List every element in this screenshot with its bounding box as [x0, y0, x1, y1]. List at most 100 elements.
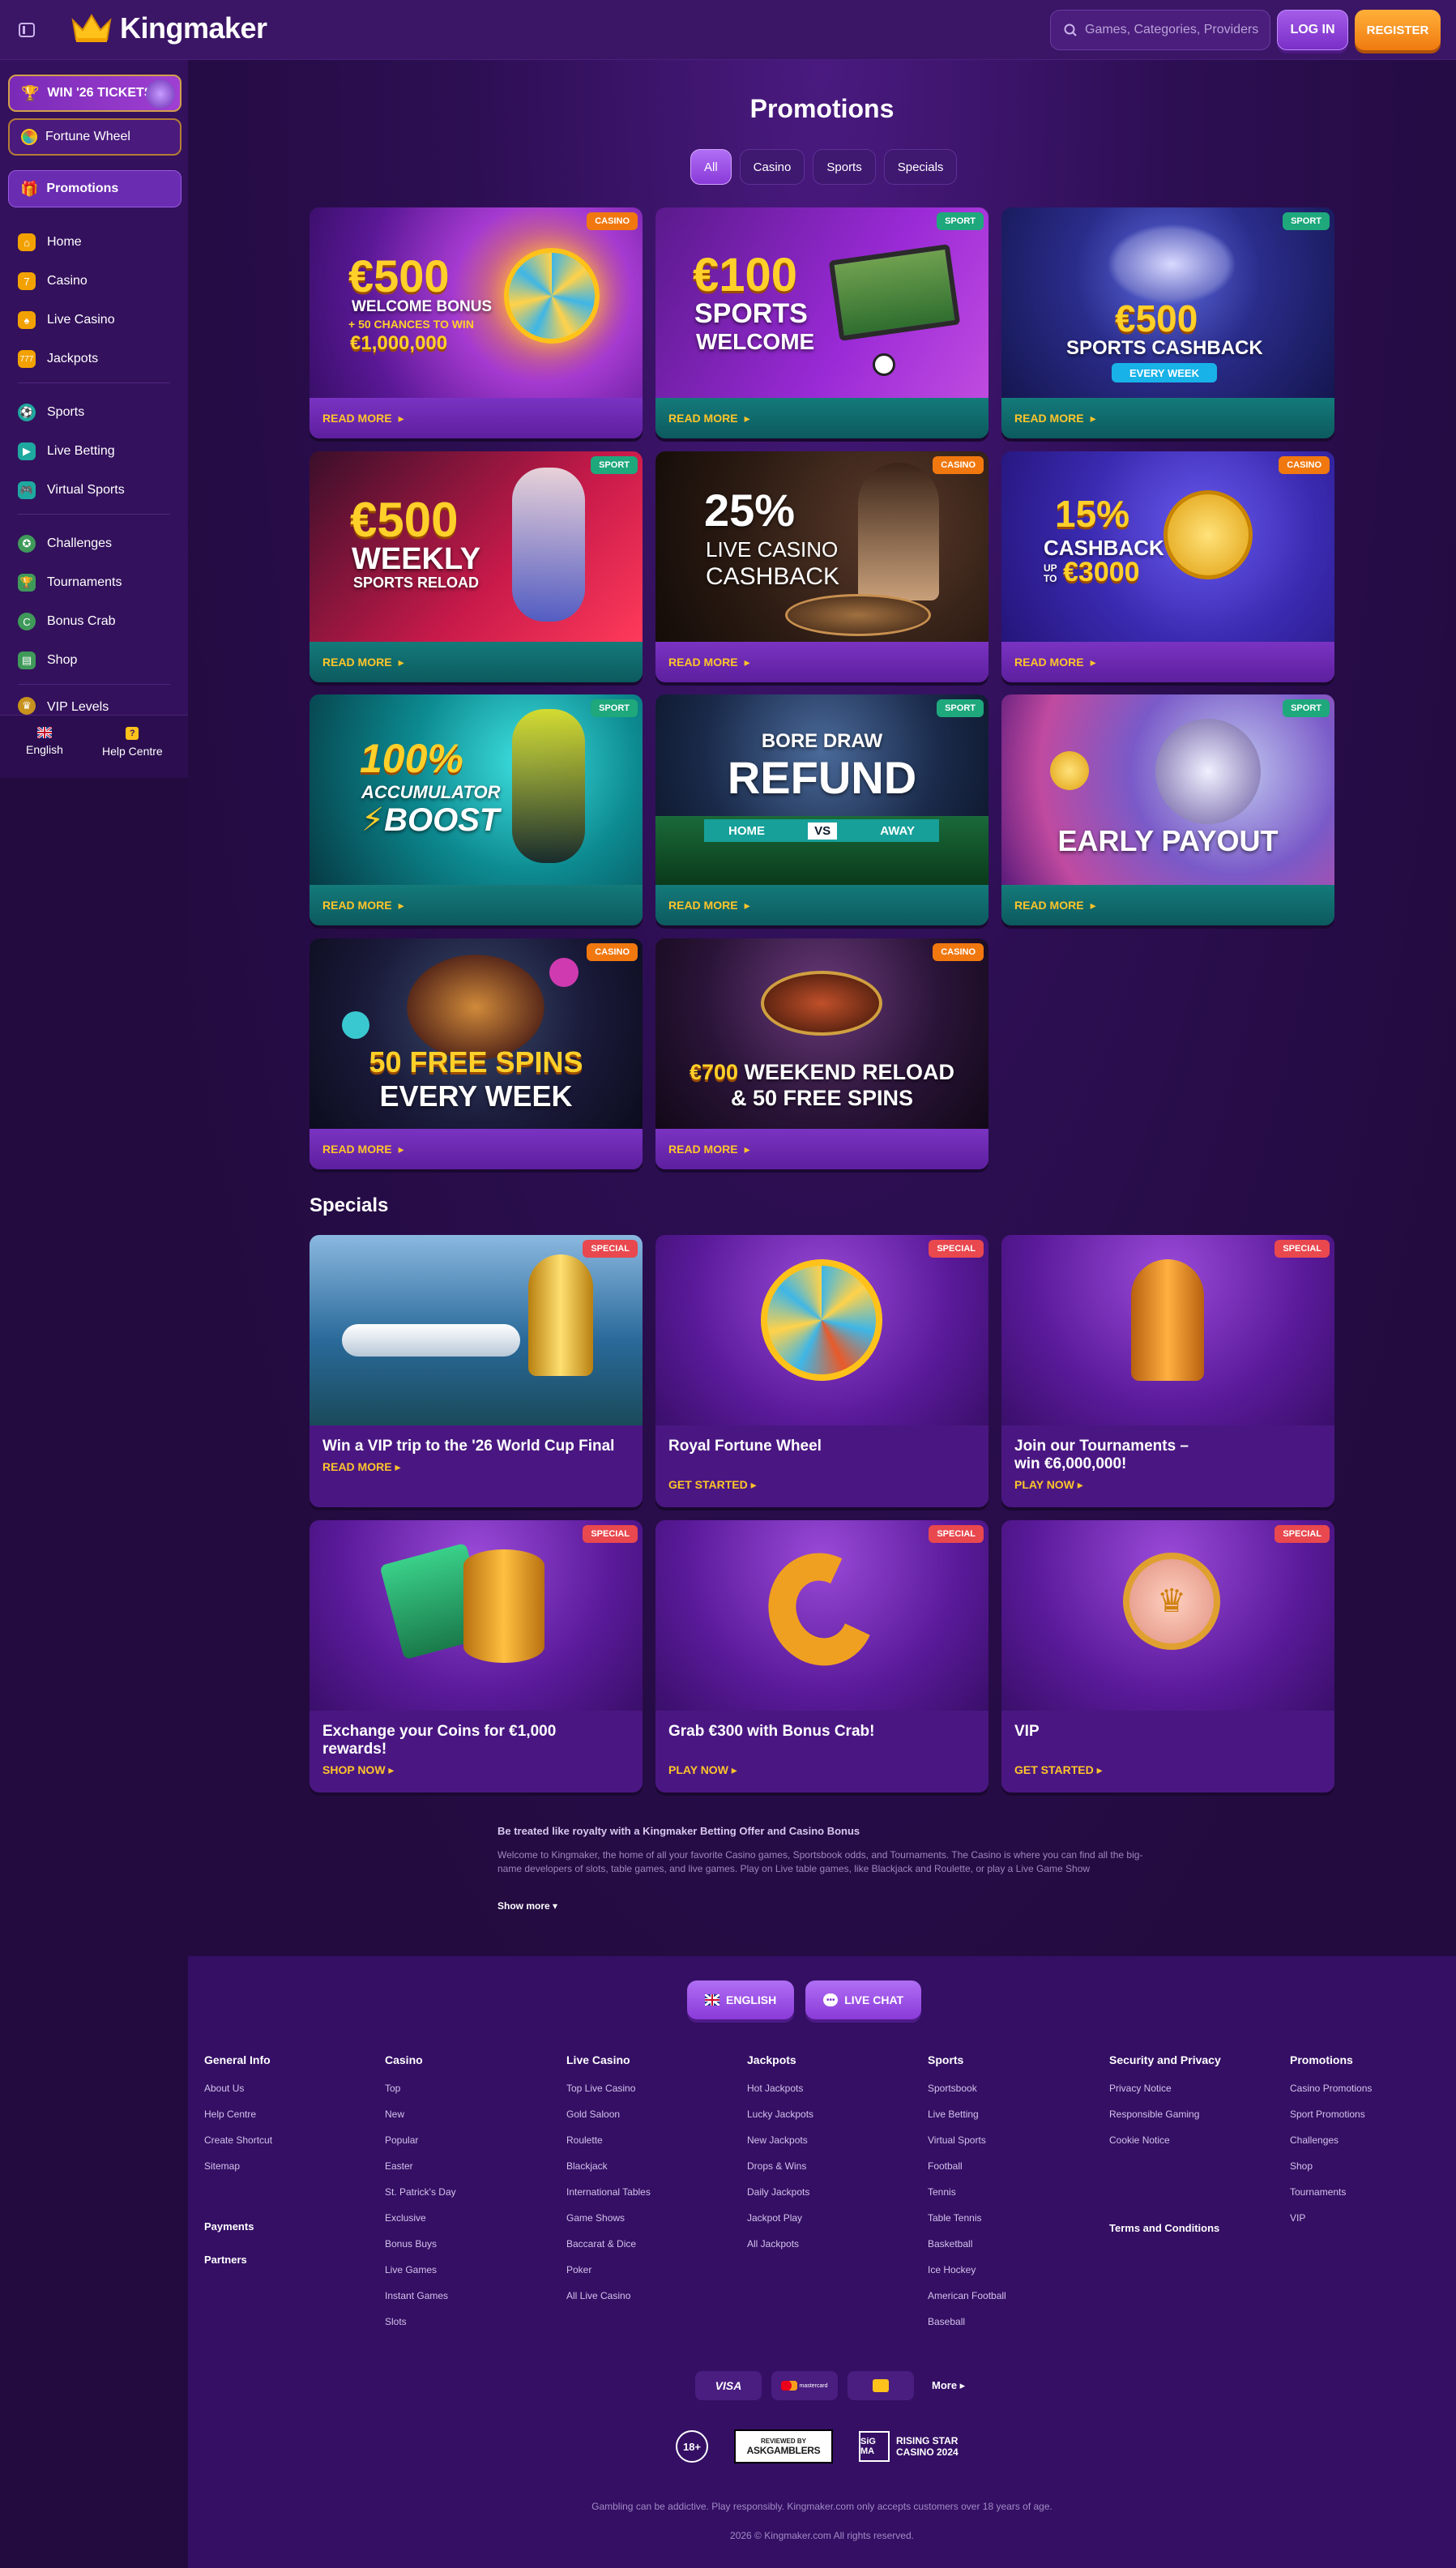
- search-box[interactable]: [1050, 10, 1270, 50]
- tab-casino[interactable]: Casino: [739, 149, 805, 185]
- footer-payments-link[interactable]: Payments: [204, 2220, 254, 2233]
- footer-link[interactable]: Ice Hockey: [928, 2264, 1006, 2290]
- footer-link[interactable]: Game Shows: [566, 2212, 651, 2238]
- footer-link[interactable]: Basketball: [928, 2238, 1006, 2264]
- footer-link[interactable]: VIP: [1290, 2212, 1372, 2238]
- sidebar-item-casino[interactable]: 7 Casino: [18, 269, 88, 293]
- footer-link[interactable]: Table Tennis: [928, 2212, 1006, 2238]
- sidebar-item-fortune-wheel[interactable]: Fortune Wheel: [8, 118, 181, 156]
- footer-link[interactable]: Live Betting: [928, 2109, 1006, 2134]
- footer-link[interactable]: Baccarat & Dice: [566, 2238, 651, 2264]
- play-now-link[interactable]: PLAY NOW ▸: [668, 1763, 976, 1777]
- sidebar-item-vip-levels[interactable]: ♛ VIP Levels: [18, 697, 109, 715]
- footer-link[interactable]: Jackpot Play: [747, 2212, 813, 2238]
- help-centre-link[interactable]: ? Help Centre: [102, 727, 163, 758]
- footer-link[interactable]: Tournaments: [1290, 2186, 1372, 2212]
- read-more-link[interactable]: READ MORE ▸: [1001, 885, 1334, 925]
- read-more-link[interactable]: READ MORE ▸: [655, 885, 988, 925]
- sidebar-toggle-icon[interactable]: [16, 19, 37, 41]
- sidebar-item-shop[interactable]: ▤ Shop: [18, 648, 77, 673]
- login-button[interactable]: LOG IN: [1277, 10, 1348, 50]
- footer-link[interactable]: Virtual Sports: [928, 2134, 1006, 2160]
- promo-card-welcome-bonus[interactable]: €500 WELCOME BONUS + 50 CHANCES TO WIN €…: [310, 207, 643, 438]
- footer-link[interactable]: New: [385, 2109, 456, 2134]
- tab-specials[interactable]: Specials: [883, 149, 958, 185]
- footer-link[interactable]: Live Games: [385, 2264, 456, 2290]
- footer-link[interactable]: Challenges: [1290, 2134, 1372, 2160]
- askgamblers-badge[interactable]: REVIEWED BY ASKGAMBLERS: [734, 2429, 833, 2463]
- footer-link[interactable]: Cookie Notice: [1109, 2134, 1221, 2160]
- footer-terms-link[interactable]: Terms and Conditions: [1109, 2222, 1219, 2234]
- sidebar-item-live-betting[interactable]: ▶ Live Betting: [18, 439, 115, 464]
- tab-all[interactable]: All: [690, 149, 732, 185]
- footer-link[interactable]: Sport Promotions: [1290, 2109, 1372, 2134]
- footer-link[interactable]: Tennis: [928, 2186, 1006, 2212]
- footer-link[interactable]: About Us: [204, 2083, 272, 2109]
- promo-card-bore-draw-refund[interactable]: BORE DRAW REFUND HOME VS AWAY SPORT READ…: [655, 694, 988, 925]
- sidebar-item-tournaments[interactable]: 🏆 Tournaments: [18, 570, 122, 595]
- footer-link[interactable]: Sportsbook: [928, 2083, 1006, 2109]
- footer-link[interactable]: International Tables: [566, 2186, 651, 2212]
- read-more-link[interactable]: READ MORE ▸: [1001, 398, 1334, 438]
- footer-language-button[interactable]: ENGLISH: [687, 1980, 795, 2019]
- footer-link[interactable]: Baseball: [928, 2316, 1006, 2342]
- sidebar-item-home[interactable]: ⌂ Home: [18, 230, 82, 254]
- shop-now-link[interactable]: SHOP NOW ▸: [322, 1763, 630, 1777]
- footer-link[interactable]: Sitemap: [204, 2160, 272, 2186]
- search-input[interactable]: [1085, 23, 1263, 37]
- footer-link[interactable]: Drops & Wins: [747, 2160, 813, 2186]
- sidebar-item-jackpots[interactable]: 777 Jackpots: [18, 347, 98, 371]
- play-now-link[interactable]: PLAY NOW ▸: [1014, 1478, 1322, 1492]
- footer-link[interactable]: Privacy Notice: [1109, 2083, 1221, 2109]
- read-more-link[interactable]: READ MORE ▸: [310, 398, 643, 438]
- footer-link[interactable]: New Jackpots: [747, 2134, 813, 2160]
- get-started-link[interactable]: GET STARTED ▸: [1014, 1763, 1322, 1777]
- footer-link[interactable]: American Football: [928, 2290, 1006, 2316]
- footer-link[interactable]: Create Shortcut: [204, 2134, 272, 2160]
- more-payments-link[interactable]: More ▸: [932, 2379, 965, 2392]
- footer-link[interactable]: Football: [928, 2160, 1006, 2186]
- footer-link[interactable]: Top Live Casino: [566, 2083, 651, 2109]
- footer-link[interactable]: Shop: [1290, 2160, 1372, 2186]
- brand-logo[interactable]: Kingmaker: [70, 11, 267, 45]
- footer-link[interactable]: All Live Casino: [566, 2290, 651, 2316]
- sidebar-item-live-casino[interactable]: ♠ Live Casino: [18, 308, 115, 332]
- read-more-link[interactable]: READ MORE ▸: [310, 885, 643, 925]
- promo-card-weekend-reload[interactable]: €700 WEEKEND RELOAD & 50 FREE SPINS CASI…: [655, 938, 988, 1169]
- footer-link[interactable]: Bonus Buys: [385, 2238, 456, 2264]
- footer-link[interactable]: Popular: [385, 2134, 456, 2160]
- read-more-link[interactable]: READ MORE ▸: [1001, 642, 1334, 682]
- sidebar-item-bonus-crab[interactable]: C Bonus Crab: [18, 609, 116, 634]
- read-more-link[interactable]: READ MORE ▸: [310, 1129, 643, 1169]
- footer-link[interactable]: Poker: [566, 2264, 651, 2290]
- promo-card-cashback-3000[interactable]: 15% CASHBACK UP TO €3000 CASINO READ MOR…: [1001, 451, 1334, 682]
- special-card-fortune-wheel[interactable]: SPECIAL Royal Fortune Wheel GET STARTED …: [655, 1235, 988, 1507]
- get-started-link[interactable]: GET STARTED ▸: [668, 1478, 976, 1492]
- register-button[interactable]: REGISTER: [1355, 10, 1441, 50]
- tab-sports[interactable]: Sports: [813, 149, 876, 185]
- footer-link[interactable]: Blackjack: [566, 2160, 651, 2186]
- promo-card-sports-cashback[interactable]: €500 SPORTS CASHBACK EVERY WEEK SPORT RE…: [1001, 207, 1334, 438]
- live-chat-button[interactable]: ••• LIVE CHAT: [805, 1980, 922, 2019]
- promo-card-accumulator-boost[interactable]: 100% ACCUMULATOR ⚡BOOST SPORT READ MORE ▸: [310, 694, 643, 925]
- footer-partners-link[interactable]: Partners: [204, 2254, 247, 2266]
- footer-link[interactable]: Roulette: [566, 2134, 651, 2160]
- special-card-coins-exchange[interactable]: SPECIAL Exchange your Coins for €1,000 r…: [310, 1520, 643, 1792]
- special-card-world-cup[interactable]: SPECIAL Win a VIP trip to the '26 World …: [310, 1235, 643, 1507]
- footer-link[interactable]: Instant Games: [385, 2290, 456, 2316]
- footer-link[interactable]: Slots: [385, 2316, 456, 2342]
- footer-link[interactable]: Casino Promotions: [1290, 2083, 1372, 2109]
- footer-link[interactable]: St. Patrick's Day: [385, 2186, 456, 2212]
- language-switch[interactable]: English: [26, 727, 63, 756]
- footer-link[interactable]: Hot Jackpots: [747, 2083, 813, 2109]
- sidebar-item-sports[interactable]: ⚽ Sports: [18, 400, 84, 425]
- footer-link[interactable]: Gold Saloon: [566, 2109, 651, 2134]
- show-more-button[interactable]: Show more ▾: [497, 1900, 1146, 1912]
- read-more-link[interactable]: READ MORE ▸: [310, 642, 643, 682]
- read-more-link[interactable]: READ MORE ▸: [655, 642, 988, 682]
- read-more-link[interactable]: READ MORE ▸: [655, 1129, 988, 1169]
- footer-link[interactable]: Top: [385, 2083, 456, 2109]
- footer-link[interactable]: Exclusive: [385, 2212, 456, 2238]
- footer-link[interactable]: Lucky Jackpots: [747, 2109, 813, 2134]
- footer-link[interactable]: All Jackpots: [747, 2238, 813, 2264]
